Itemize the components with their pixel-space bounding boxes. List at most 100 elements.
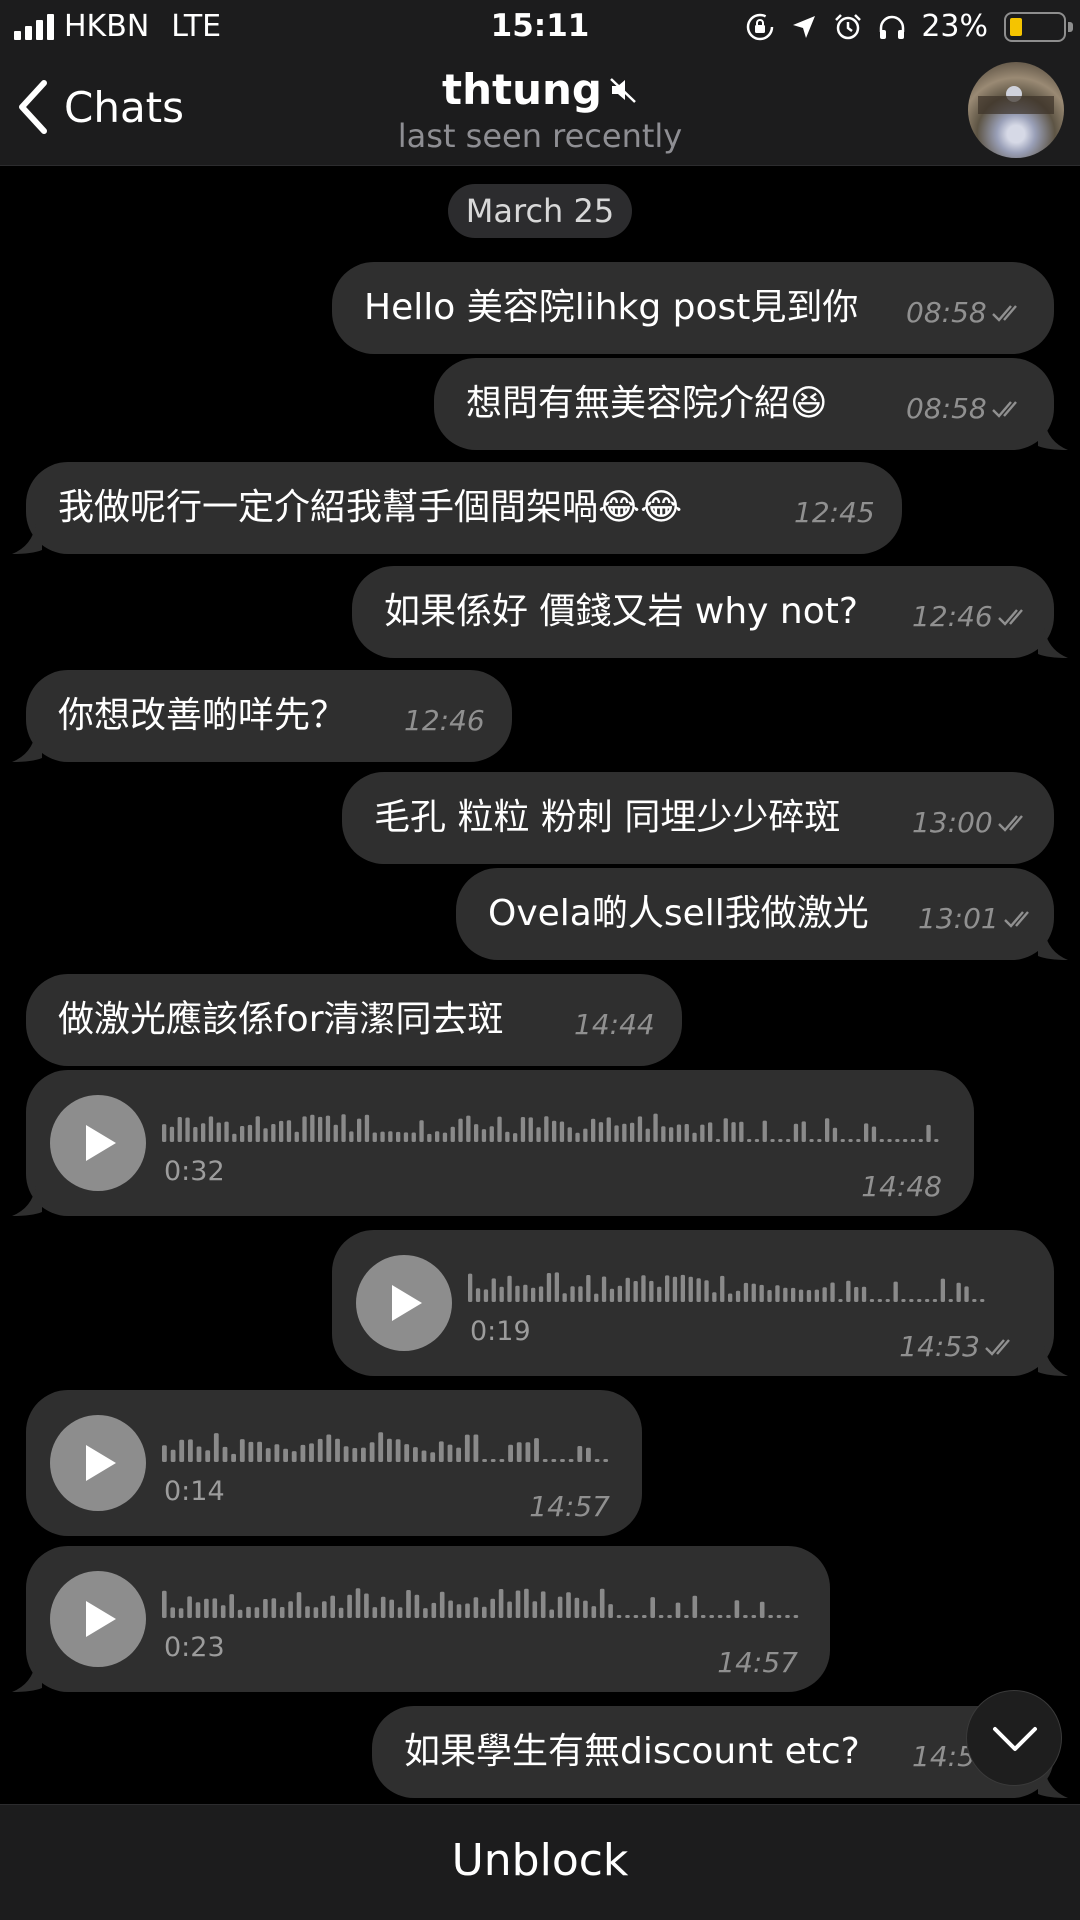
battery-fill <box>1010 18 1022 36</box>
voice-waveform[interactable] <box>162 1108 942 1142</box>
message-meta: 08:58 <box>906 296 1029 329</box>
message-time: 14:57 <box>717 1646 798 1679</box>
message-meta: 12:46 <box>912 600 1035 633</box>
alarm-icon <box>835 14 862 40</box>
message-time: 12:46 <box>912 600 993 633</box>
voice-duration: 0:32 <box>164 1156 225 1187</box>
read-receipt-icon <box>985 1338 1010 1356</box>
chevron-left-icon <box>19 80 47 134</box>
message-text: 如果學生有無discount etc? <box>404 1731 860 1772</box>
voice-waveform[interactable] <box>162 1584 802 1618</box>
message-time: 08:58 <box>906 296 987 329</box>
bubble-tail <box>1038 628 1068 658</box>
message-time: 14:48 <box>861 1170 942 1203</box>
date-separator: March 25 <box>448 184 632 238</box>
message-time: 14:44 <box>574 1008 655 1041</box>
play-button[interactable] <box>50 1415 146 1511</box>
message-meta: 12:46 <box>404 704 485 737</box>
play-icon <box>86 1601 116 1637</box>
play-button[interactable] <box>356 1255 452 1351</box>
location-icon <box>793 16 816 38</box>
chat-header: Chats thtung last seen recently <box>0 54 1080 166</box>
avatar[interactable] <box>968 62 1064 158</box>
message-meta: 14:48 <box>861 1170 942 1203</box>
read-receipt-icon <box>991 304 1017 322</box>
read-receipt-icon <box>991 400 1017 418</box>
message-text: 做激光應該係for清潔同去斑 <box>58 999 504 1040</box>
battery-percent: 23% <box>921 9 988 44</box>
incoming-message[interactable]: 我做呢行一定介紹我幫手個間架喎😂😂 12:45 <box>12 462 902 554</box>
outgoing-message[interactable]: Ovela啲人sell我做激光 13:01 <box>456 868 1068 960</box>
message-meta: 12:45 <box>794 496 875 529</box>
chevron-down-icon <box>993 1727 1037 1751</box>
message-meta: 13:00 <box>912 806 1035 839</box>
back-button[interactable]: Chats <box>16 76 184 138</box>
read-receipt-icon <box>1003 910 1029 928</box>
message-meta: 08:58 <box>906 392 1029 425</box>
outgoing-message[interactable]: 毛孔 粒粒 粉刺 同埋少少碎斑 13:00 <box>342 772 1054 864</box>
message-meta: 14:44 <box>574 1008 655 1041</box>
play-button[interactable] <box>50 1095 146 1191</box>
unblock-button[interactable]: Unblock <box>0 1833 1080 1889</box>
outgoing-message[interactable]: 如果係好 價錢又岩 why not? 12:46 <box>352 566 1068 658</box>
message-text: 你想改善啲咩先？ <box>58 695 347 736</box>
bubble-tail <box>1038 930 1068 960</box>
message-text: 毛孔 粒粒 粉刺 同埋少少碎斑 <box>374 797 841 838</box>
message-meta: 14:57 <box>717 1646 798 1679</box>
back-label: Chats <box>64 82 185 132</box>
incoming-voice-message[interactable]: 0:14 14:57 <box>26 1390 642 1536</box>
bubble-tail <box>12 732 42 762</box>
incoming-message[interactable]: 做激光應該係for清潔同去斑 14:44 <box>26 974 682 1066</box>
message-meta: 13:01 <box>918 902 1041 935</box>
chat-title: thtung <box>442 65 602 114</box>
play-button[interactable] <box>50 1571 146 1667</box>
voice-duration: 0:23 <box>164 1632 225 1663</box>
voice-duration: 0:14 <box>164 1476 225 1507</box>
muted-speaker-icon <box>610 78 636 103</box>
last-seen-status: last seen recently <box>397 117 683 155</box>
battery-icon <box>1004 12 1073 42</box>
bubble-tail <box>1038 1346 1068 1376</box>
incoming-voice-message[interactable]: 0:32 14:48 <box>12 1070 974 1216</box>
read-receipt-icon <box>997 814 1023 832</box>
bubble-tail <box>12 1662 42 1692</box>
incoming-message[interactable]: 你想改善啲咩先？ 12:46 <box>12 670 512 762</box>
outgoing-message[interactable]: 如果學生有無discount etc? 14:5 <box>372 1706 1068 1798</box>
message-time: 14:53 <box>899 1330 980 1363</box>
message-text: Hello 美容院lihkg post見到你 <box>364 287 859 328</box>
status-right: 23% <box>745 8 1073 46</box>
bottom-bar: Unblock <box>0 1804 1080 1920</box>
read-receipt-icon <box>997 608 1023 626</box>
message-text: 如果係好 價錢又岩 why not? <box>384 591 858 632</box>
bubble-tail <box>12 1186 42 1216</box>
play-icon <box>86 1445 116 1481</box>
chat-title-area[interactable]: thtung last seen recently <box>300 64 780 156</box>
voice-waveform[interactable] <box>468 1268 988 1302</box>
orientation-lock-icon <box>747 13 774 41</box>
voice-waveform[interactable] <box>162 1428 612 1462</box>
status-bar: HKBN LTE 15:11 23% <box>0 0 1080 54</box>
headphones-icon <box>880 15 905 39</box>
message-text: Ovela啲人sell我做激光 <box>488 893 869 934</box>
message-meta: 14:53 <box>899 1330 1022 1363</box>
outgoing-message[interactable]: Hello 美容院lihkg post見到你 08:58 <box>332 262 1054 354</box>
voice-duration: 0:19 <box>470 1316 531 1347</box>
message-time: 14:5 <box>912 1740 975 1773</box>
play-icon <box>86 1125 116 1161</box>
message-meta: 14:57 <box>529 1490 610 1523</box>
play-icon <box>392 1285 422 1321</box>
outgoing-voice-message[interactable]: 0:19 14:53 <box>332 1230 1068 1376</box>
message-time: 13:01 <box>918 902 999 935</box>
message-time: 12:45 <box>794 496 875 529</box>
bubble-tail <box>1038 420 1068 450</box>
message-time: 13:00 <box>912 806 993 839</box>
scroll-down-button[interactable] <box>966 1690 1062 1786</box>
message-time: 08:58 <box>906 392 987 425</box>
outgoing-message[interactable]: 想問有無美容院介紹😆 08:58 <box>434 358 1068 450</box>
message-text: 想問有無美容院介紹😆 <box>466 383 828 424</box>
battery-nub <box>1068 22 1073 32</box>
incoming-voice-message[interactable]: 0:23 14:57 <box>12 1546 830 1692</box>
message-time: 14:57 <box>529 1490 610 1523</box>
message-time: 12:46 <box>404 704 485 737</box>
message-text: 我做呢行一定介紹我幫手個間架喎😂😂 <box>58 487 683 528</box>
